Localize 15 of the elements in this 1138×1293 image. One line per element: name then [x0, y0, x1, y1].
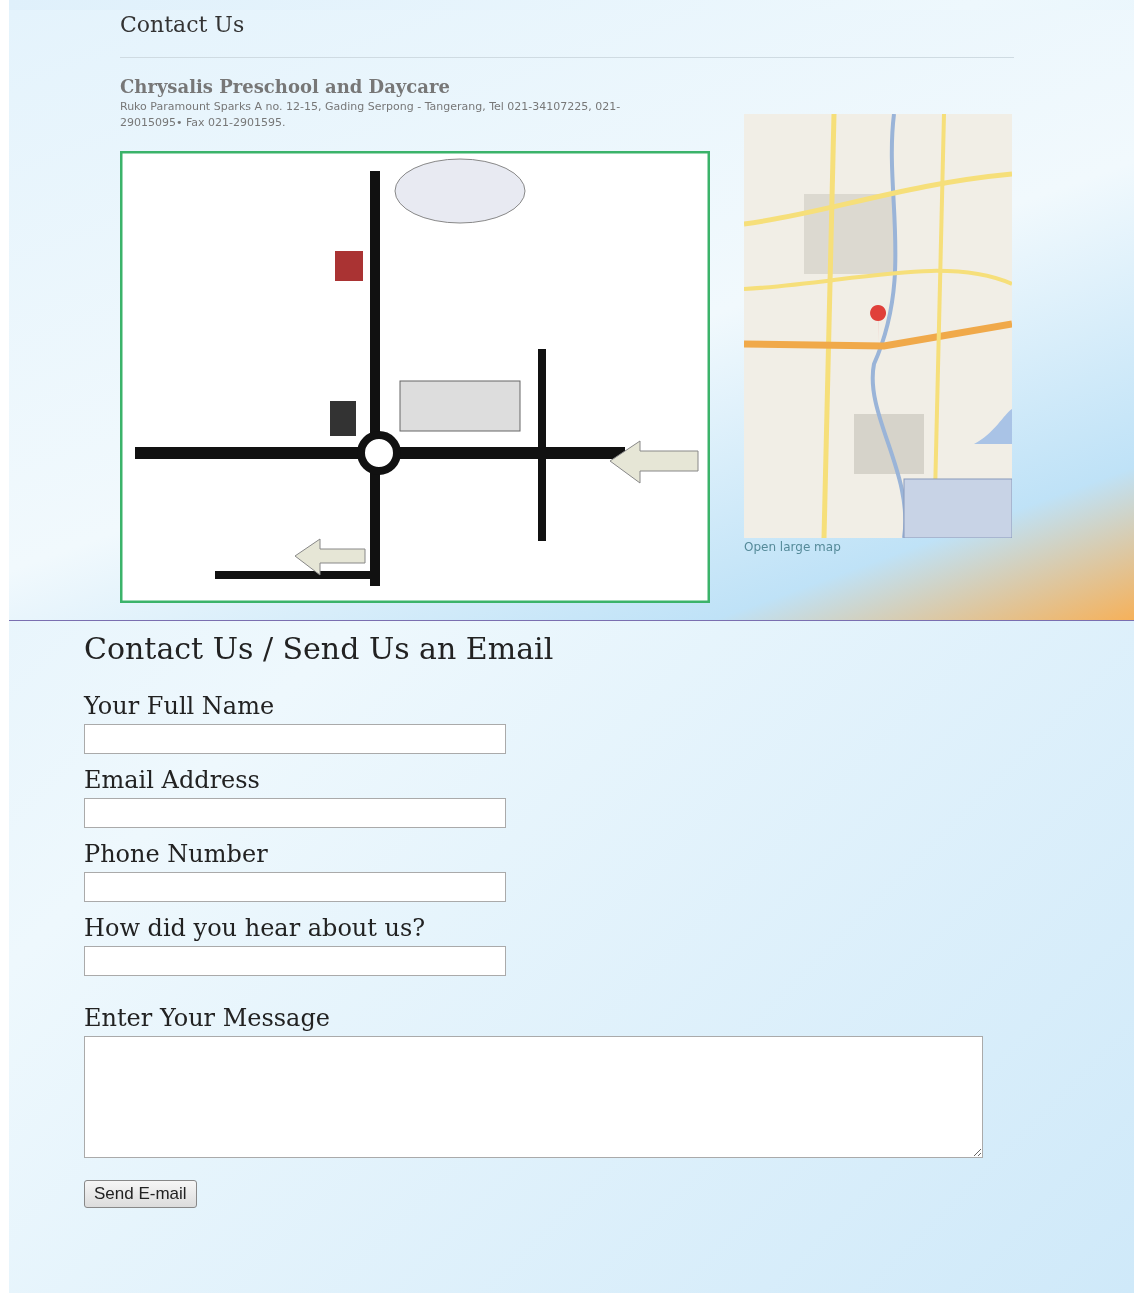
page-title: Contact Us — [120, 11, 246, 37]
form-title: Contact Us / Send Us an Email — [84, 631, 555, 666]
send-button[interactable]: Send E-mail — [84, 1180, 197, 1208]
input-field[interactable] — [84, 872, 506, 902]
address-text: Ruko Paramount Sparks A no. 12-15, Gading Serpong - Tangerang, Tel 021-34107225, 021-29015095• Fax 021-2901595. — [120, 99, 622, 131]
message-field[interactable] — [84, 1036, 983, 1158]
field-label: Your Full Name — [84, 692, 275, 720]
input-field[interactable] — [84, 798, 506, 828]
school-name: Chrysalis Preschool and Daycare — [120, 76, 451, 97]
input-field[interactable] — [84, 724, 506, 754]
field-label: Phone Number — [84, 840, 268, 868]
field-label: How did you hear about us? — [84, 914, 426, 942]
field-label: Email Address — [84, 766, 260, 794]
field-label: Enter Your Message — [84, 1004, 330, 1032]
input-field[interactable] — [84, 946, 506, 976]
